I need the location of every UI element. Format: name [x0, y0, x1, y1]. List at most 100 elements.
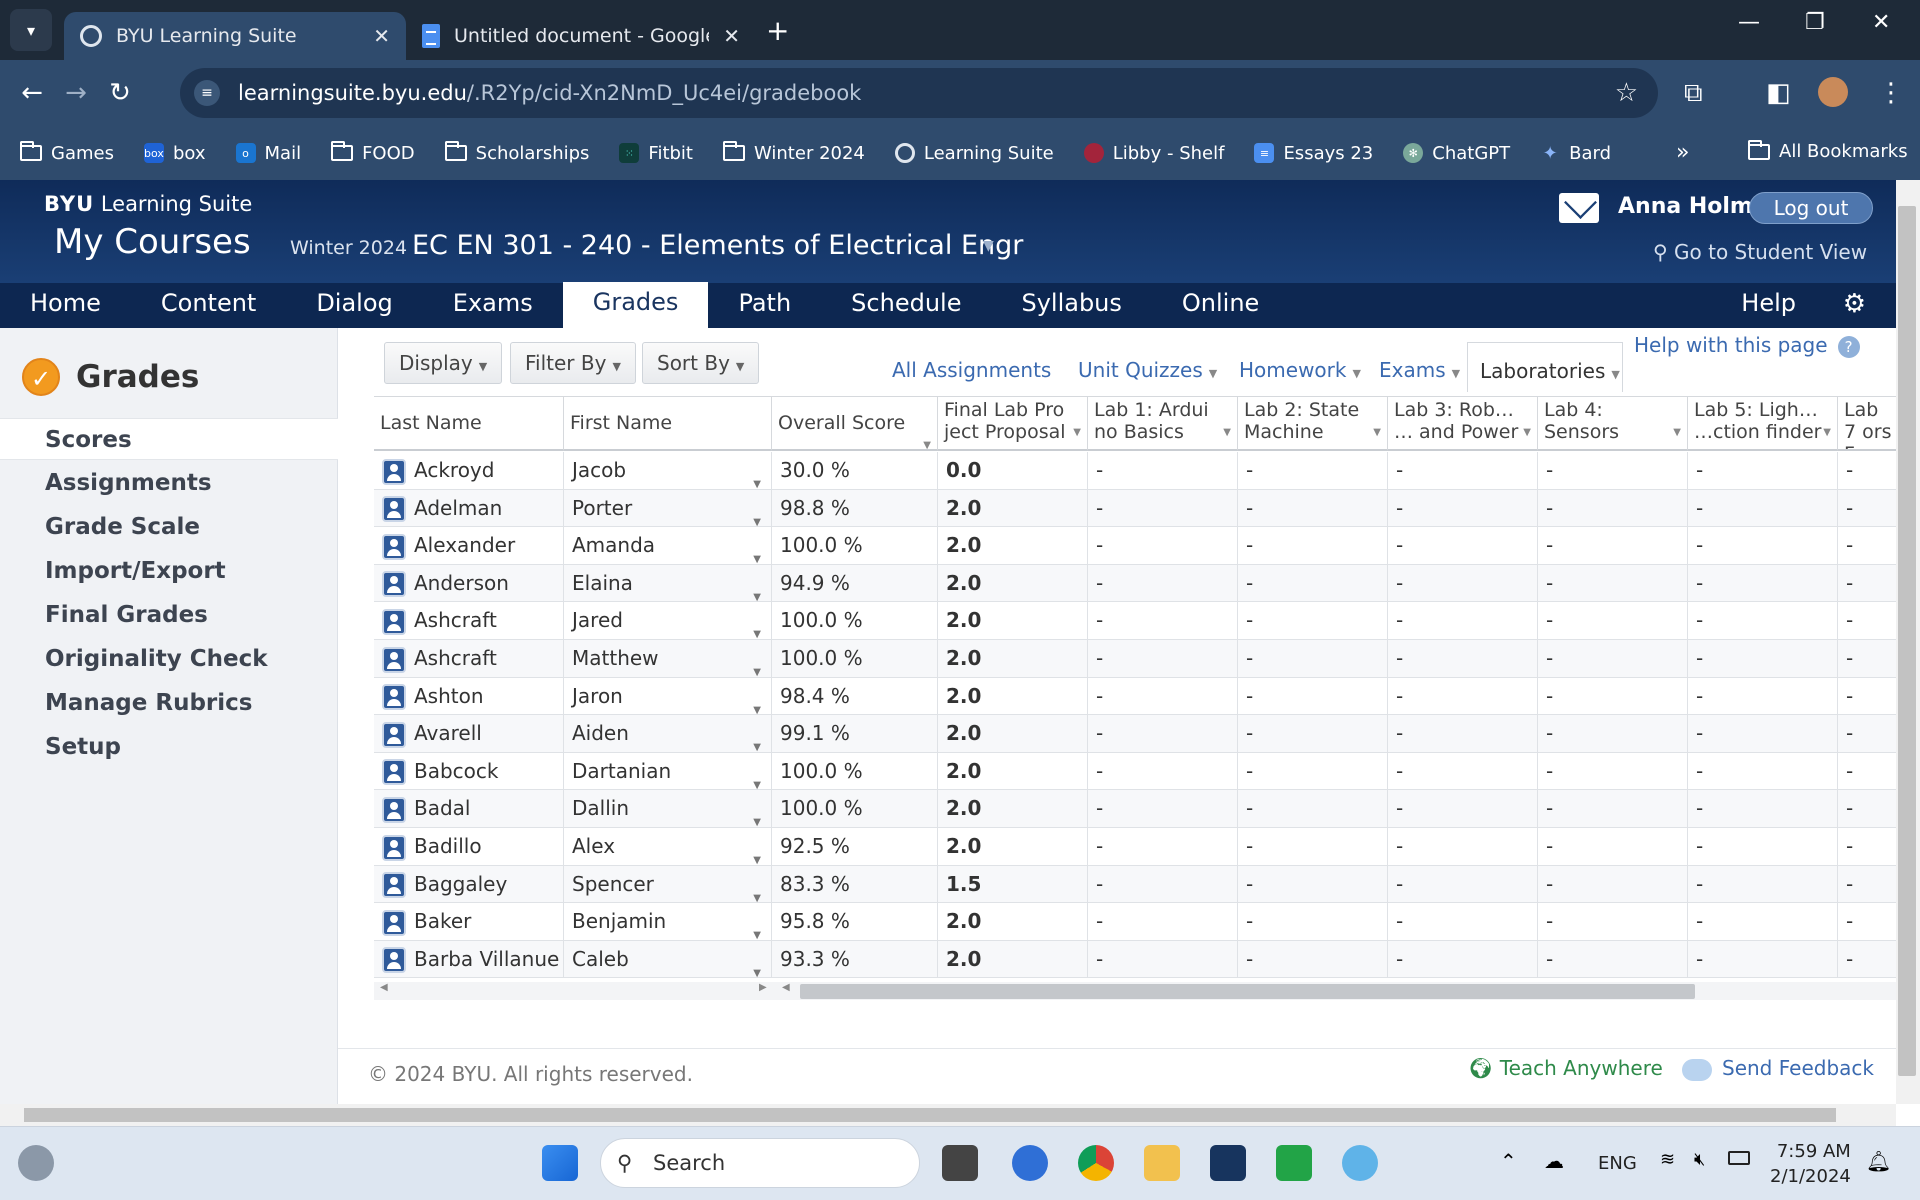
student-profile-icon[interactable] — [382, 759, 406, 786]
sidebar-item-import-export[interactable]: Import/Export — [0, 550, 338, 592]
cell-score[interactable]: - — [1388, 715, 1538, 753]
tab-search-button[interactable]: ▾ — [10, 9, 52, 51]
cell-score[interactable]: - — [1238, 602, 1388, 640]
col-header-last-name[interactable]: Last Name — [374, 397, 564, 451]
bookmark-essays[interactable]: ≡ Essays 23 — [1254, 143, 1373, 164]
cell-score[interactable]: - — [1088, 940, 1238, 979]
cell-score[interactable]: - — [1538, 489, 1688, 528]
student-profile-icon[interactable] — [382, 533, 406, 560]
tab-google-doc[interactable]: Untitled document - Google Dc ✕ — [406, 12, 756, 60]
student-profile-icon[interactable] — [382, 646, 406, 673]
cell-score[interactable]: - — [1388, 903, 1538, 941]
chat-icon[interactable] — [1012, 1145, 1048, 1181]
messages-icon[interactable] — [1276, 1145, 1312, 1181]
bookmark-star-icon[interactable]: ☆ — [1615, 78, 1638, 108]
cell-score[interactable]: - — [1238, 489, 1388, 528]
bookmark-chatgpt[interactable]: ✻ ChatGPT — [1403, 143, 1510, 164]
row-menu-chevron-icon[interactable]: ▼ — [753, 693, 761, 716]
close-tab-icon[interactable]: ✕ — [373, 24, 390, 48]
cell-proposal[interactable]: 2.0 — [938, 790, 1088, 828]
cell-score[interactable]: - — [1088, 602, 1238, 640]
cell-score[interactable]: - — [1388, 828, 1538, 866]
nav-path[interactable]: Path — [708, 283, 821, 328]
cell-score[interactable]: - — [1688, 527, 1838, 565]
student-profile-icon[interactable] — [382, 947, 406, 974]
col-header-lab-2[interactable]: Lab 2: State Machine ▼ — [1238, 397, 1388, 451]
logout-button[interactable]: Log out — [1749, 192, 1873, 224]
cell-score[interactable]: - — [1838, 715, 1896, 753]
student-profile-icon[interactable] — [382, 872, 406, 899]
cell-score[interactable]: - — [1538, 640, 1688, 678]
col-header-lab-5[interactable]: Lab 5: Ligh… …ction finder ▼ — [1688, 397, 1838, 451]
nav-dialog[interactable]: Dialog — [286, 283, 422, 328]
forward-icon[interactable]: → — [54, 78, 98, 108]
side-panel-icon[interactable]: ◧ — [1766, 78, 1791, 108]
app-icon[interactable] — [1210, 1145, 1246, 1181]
sidebar-item-scores[interactable]: Scores — [0, 418, 338, 460]
bookmark-bard[interactable]: ✦ Bard — [1540, 143, 1611, 164]
cell-score[interactable]: - — [1238, 527, 1388, 565]
row-menu-chevron-icon[interactable]: ▼ — [753, 617, 761, 640]
cell-score[interactable]: - — [1088, 677, 1238, 716]
battery-icon[interactable] — [1728, 1151, 1750, 1165]
filter-by-dropdown[interactable]: Filter By ▼ — [510, 342, 636, 384]
bookmark-scholarships[interactable]: Scholarships — [444, 141, 589, 164]
cell-proposal[interactable]: 2.0 — [938, 677, 1088, 716]
bookmark-learning-suite[interactable]: Learning Suite — [894, 143, 1054, 164]
cloud-icon[interactable]: ☁ — [1544, 1149, 1564, 1173]
page-horizontal-scroll-thumb[interactable] — [24, 1108, 1836, 1122]
col-header-lab-1[interactable]: Lab 1: Ardui no Basics ▼ — [1088, 397, 1238, 451]
student-profile-icon[interactable] — [382, 571, 406, 598]
cell-score[interactable]: - — [1838, 866, 1896, 904]
cell-score[interactable]: - — [1838, 565, 1896, 603]
cell-score[interactable]: - — [1088, 564, 1238, 603]
cell-score[interactable]: - — [1088, 452, 1238, 490]
cell-score[interactable]: - — [1688, 790, 1838, 828]
nav-grades[interactable]: Grades — [562, 282, 709, 328]
bookmark-mail[interactable]: o Mail — [235, 143, 301, 164]
cell-score[interactable]: - — [1088, 752, 1238, 791]
taskbar-search[interactable]: ⚲ Search — [600, 1138, 920, 1188]
cell-score[interactable]: - — [1388, 677, 1538, 716]
cell-score[interactable]: - — [1538, 903, 1688, 941]
row-menu-chevron-icon[interactable]: ▼ — [753, 580, 761, 603]
row-menu-chevron-icon[interactable]: ▼ — [753, 881, 761, 904]
cell-score[interactable]: - — [1388, 752, 1538, 791]
notification-bell-icon[interactable]: 🔔︎ — [1866, 1149, 1891, 1173]
row-menu-chevron-icon[interactable]: ▼ — [753, 956, 761, 979]
col-header-lab-7[interactable]: Lab 7 ors F — [1838, 397, 1896, 451]
cell-score[interactable]: - — [1538, 452, 1688, 490]
bookmark-food[interactable]: FOOD — [331, 141, 415, 164]
row-menu-chevron-icon[interactable]: ▼ — [753, 730, 761, 753]
more-bookmarks-icon[interactable]: » — [1676, 140, 1689, 165]
student-profile-icon[interactable] — [382, 608, 406, 635]
cell-score[interactable]: - — [1688, 602, 1838, 640]
cell-score[interactable]: - — [1088, 640, 1238, 678]
cell-score[interactable]: - — [1388, 452, 1538, 490]
cell-score[interactable]: - — [1238, 715, 1388, 753]
display-dropdown[interactable]: Display ▼ — [384, 342, 503, 384]
cell-score[interactable]: - — [1688, 677, 1838, 716]
paint-icon[interactable] — [1342, 1145, 1378, 1181]
help-with-page-link[interactable]: Help with this page? — [1634, 333, 1860, 358]
tab-homework[interactable]: Homework ▼ — [1239, 358, 1361, 382]
cell-score[interactable]: - — [1388, 602, 1538, 640]
cell-score[interactable]: - — [1838, 828, 1896, 866]
nav-content[interactable]: Content — [131, 283, 286, 328]
wifi-icon[interactable]: ≋ — [1660, 1149, 1675, 1170]
col-header-final-lab-proposal[interactable]: Final Lab Pro ject Proposal ▼ — [938, 397, 1088, 451]
system-clock[interactable]: 7:59 AM 2/1/2024 — [1770, 1139, 1851, 1189]
cell-score[interactable]: - — [1238, 640, 1388, 678]
cell-score[interactable]: - — [1838, 452, 1896, 490]
course-selector[interactable]: EC EN 301 - 240 - Elements of Electrical… — [412, 230, 1023, 261]
cell-score[interactable]: - — [1088, 527, 1238, 565]
address-bar[interactable]: ≡ learningsuite.byu.edu/.R2Yp/cid-Xn2NmD… — [180, 68, 1658, 118]
cell-score[interactable]: - — [1538, 715, 1688, 753]
language-indicator[interactable]: ENG — [1598, 1153, 1637, 1174]
my-courses-title[interactable]: My Courses — [54, 222, 251, 262]
bookmark-winter-2024[interactable]: Winter 2024 — [723, 141, 865, 164]
cell-score[interactable]: - — [1538, 865, 1688, 904]
teach-anywhere-link[interactable]: 🌍︎ Teach Anywhere — [1468, 1056, 1663, 1080]
cell-proposal[interactable]: 2.0 — [938, 828, 1088, 866]
scroll-right-icon[interactable]: ▶ — [759, 982, 767, 993]
